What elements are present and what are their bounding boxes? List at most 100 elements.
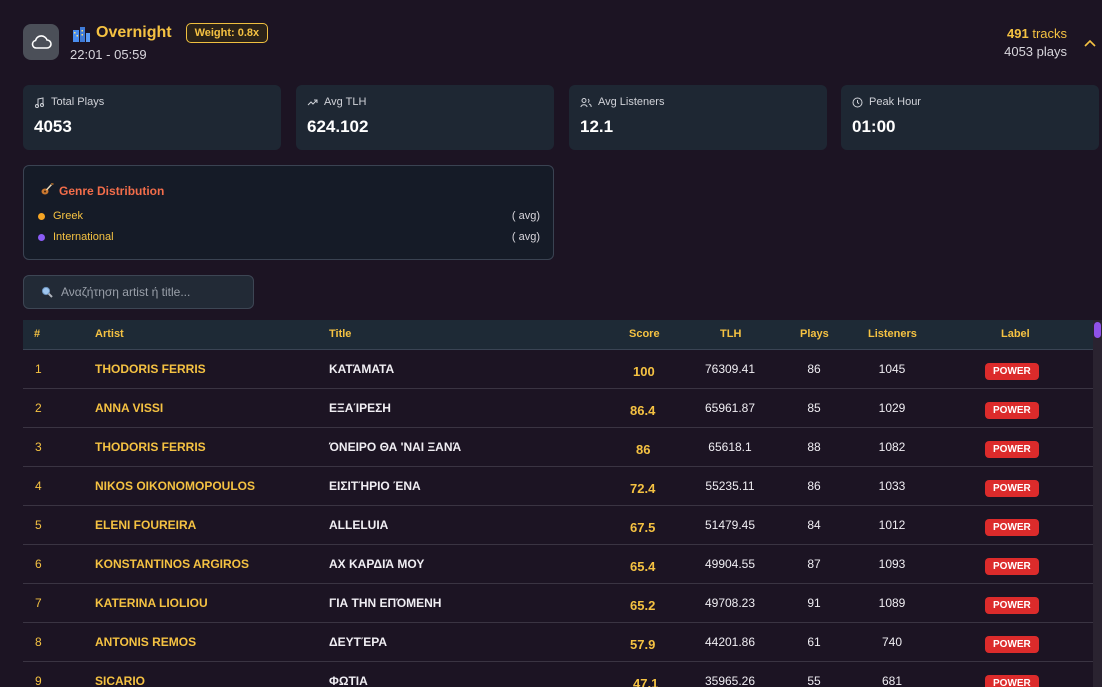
stat-label: Avg TLH [324,96,367,108]
cell-tlh: 51479.45 [704,518,756,532]
cell-rank: 6 [35,557,42,571]
label-badge: POWER [985,558,1039,575]
cell-tlh: 35965.26 [704,674,756,687]
cell-tlh: 55235.11 [705,479,755,493]
label-badge: POWER [985,402,1039,419]
cell-artist: ANTONIS REMOS [95,635,197,649]
header-score[interactable]: Score [629,328,660,340]
search-box[interactable] [23,275,254,309]
header-label[interactable]: Label [1001,328,1030,340]
label-badge: POWER [985,636,1039,653]
cell-title: ΑΧ ΚΑΡΔΙΆ ΜΟΥ [329,557,425,571]
cell-plays: 86 [807,479,821,493]
tracks-unit: tracks [1032,26,1067,41]
cell-rank: 5 [35,518,42,532]
cell-title: ΓΙΑ ΤΗΝ ΕΠΌΜΕΝΗ [329,596,442,610]
table-row[interactable]: 4 NIKOS OIKONOMOPOULOS ΕΙΣΙΤΉΡΙΟ ΈΝΑ 72.… [23,467,1093,506]
plays-count: 4053 plays [1004,44,1067,59]
table-row[interactable]: 5 ELENI FOUREIRA ALLELUIA 67.5 51479.45 … [23,506,1093,545]
tracks-summary: 491 tracks 4053 plays [1004,25,1067,61]
cell-listeners: 1082 [878,440,906,454]
guitar-icon [40,182,54,199]
header-plays[interactable]: Plays [800,328,829,340]
cell-score: 65.4 [630,559,656,574]
stat-value: 4053 [34,117,72,136]
table-row[interactable]: 2 ANNA VISSI ΕΞΑΊΡΕΣΗ 86.4 65961.87 85 1… [23,389,1093,428]
stat-card-avg-tlh: Avg TLH 624.102 [296,85,554,150]
genre-name: International [53,231,114,243]
city-night-icon [72,24,92,42]
header-artist[interactable]: Artist [95,328,124,340]
cell-artist: ANNA VISSI [95,401,164,415]
label-badge: POWER [985,675,1039,687]
table-header: # Artist Title Score TLH Plays Listeners… [23,320,1093,350]
cell-listeners: 740 [881,635,903,649]
chevron-up-icon[interactable] [1084,34,1096,52]
header-title[interactable]: Title [329,328,351,340]
cell-artist: KATERINA LIOLIOU [95,596,208,610]
genre-distribution-card: Genre Distribution Greek ( avg) Internat… [23,165,554,260]
cell-plays: 84 [807,518,821,532]
music-note-icon [35,96,44,108]
table-row[interactable]: 1 THODORIS FERRIS ΚΑΤΆΜΑΤΑ 100 76309.41 … [23,350,1093,389]
genre-avg: ( avg) [511,210,540,222]
cell-listeners: 1045 [878,362,906,376]
genre-name: Greek [53,210,83,222]
table-row[interactable]: 3 THODORIS FERRIS ΌΝΕΙΡΟ ΘΑ 'ΝΑΙ ΞΑΝΆ 86… [23,428,1093,467]
header-tlh[interactable]: TLH [720,328,741,340]
label-badge: POWER [985,480,1039,497]
scrollbar-thumb[interactable] [1094,322,1101,338]
weight-badge: Weight: 0.8x [185,23,269,43]
header-rank[interactable]: # [34,328,40,340]
cell-title: ΕΞΑΊΡΕΣΗ [329,401,391,415]
slot-time-range: 22:01 - 05:59 [70,47,147,62]
table-row[interactable]: 8 ANTONIS REMOS ΔΕΥΤΈΡΑ 57.9 44201.86 61… [23,623,1093,662]
cell-score: 65.2 [630,598,656,613]
cell-title: ΚΑΤΆΜΑΤΑ [329,362,395,376]
stat-label: Avg Listeners [598,96,665,108]
header-listeners[interactable]: Listeners [868,328,917,340]
cell-listeners: 1089 [878,596,906,610]
table-row[interactable]: 9 SICARIO ΦΩΤΙΑ 47.1 35965.26 55 681 POW… [23,662,1093,687]
genre-item-greek: Greek ( avg) [38,210,540,222]
cell-score: 72.4 [630,481,656,496]
cell-plays: 55 [807,674,821,687]
table-scrollbar[interactable] [1093,320,1102,687]
tracks-table: # Artist Title Score TLH Plays Listeners… [23,320,1102,687]
label-badge: POWER [985,441,1039,458]
cell-title: ΦΩΤΙΑ [329,674,368,687]
cell-plays: 86 [807,362,821,376]
stat-card-peak-hour: Peak Hour 01:00 [841,85,1099,150]
cell-title: ΔΕΥΤΈΡΑ [329,635,387,649]
cell-rank: 8 [35,635,42,649]
slot-header[interactable]: Overnight Weight: 0.8x 22:01 - 05:59 491… [0,0,1102,72]
cell-tlh: 65618.1 [708,440,752,454]
cell-score: 67.5 [630,520,656,535]
cell-tlh: 44201.86 [704,635,756,649]
cell-title: ΌΝΕΙΡΟ ΘΑ 'ΝΑΙ ΞΑΝΆ [329,440,462,454]
label-badge: POWER [985,597,1039,614]
stat-card-total-plays: Total Plays 4053 [23,85,281,150]
cell-artist: KONSTANTINOS ARGIROS [95,557,250,571]
cell-tlh: 65961.87 [704,401,756,415]
stat-label: Total Plays [51,96,105,108]
cell-title: ΕΙΣΙΤΉΡΙΟ ΈΝΑ [329,479,421,493]
cell-rank: 3 [35,440,42,454]
table-row[interactable]: 7 KATERINA LIOLIOU ΓΙΑ ΤΗΝ ΕΠΌΜΕΝΗ 65.2 … [23,584,1093,623]
search-input[interactable] [59,284,243,300]
cell-tlh: 76309.41 [704,362,756,376]
trending-up-icon [307,99,318,105]
slot-name: Overnight [96,24,172,41]
cell-rank: 9 [35,674,42,687]
table-row[interactable]: 6 KONSTANTINOS ARGIROS ΑΧ ΚΑΡΔΙΆ ΜΟΥ 65.… [23,545,1093,584]
cell-rank: 2 [35,401,42,415]
genre-avg: ( avg) [511,231,540,243]
cell-artist: SICARIO [95,674,146,687]
cell-tlh: 49708.23 [704,596,756,610]
cell-score: 100 [633,364,655,379]
genre-title: Genre Distribution [59,183,165,198]
tracks-count: 491 [1007,26,1029,41]
cell-listeners: 1012 [878,518,906,532]
cell-plays: 85 [807,401,821,415]
cell-score: 57.9 [630,637,656,652]
